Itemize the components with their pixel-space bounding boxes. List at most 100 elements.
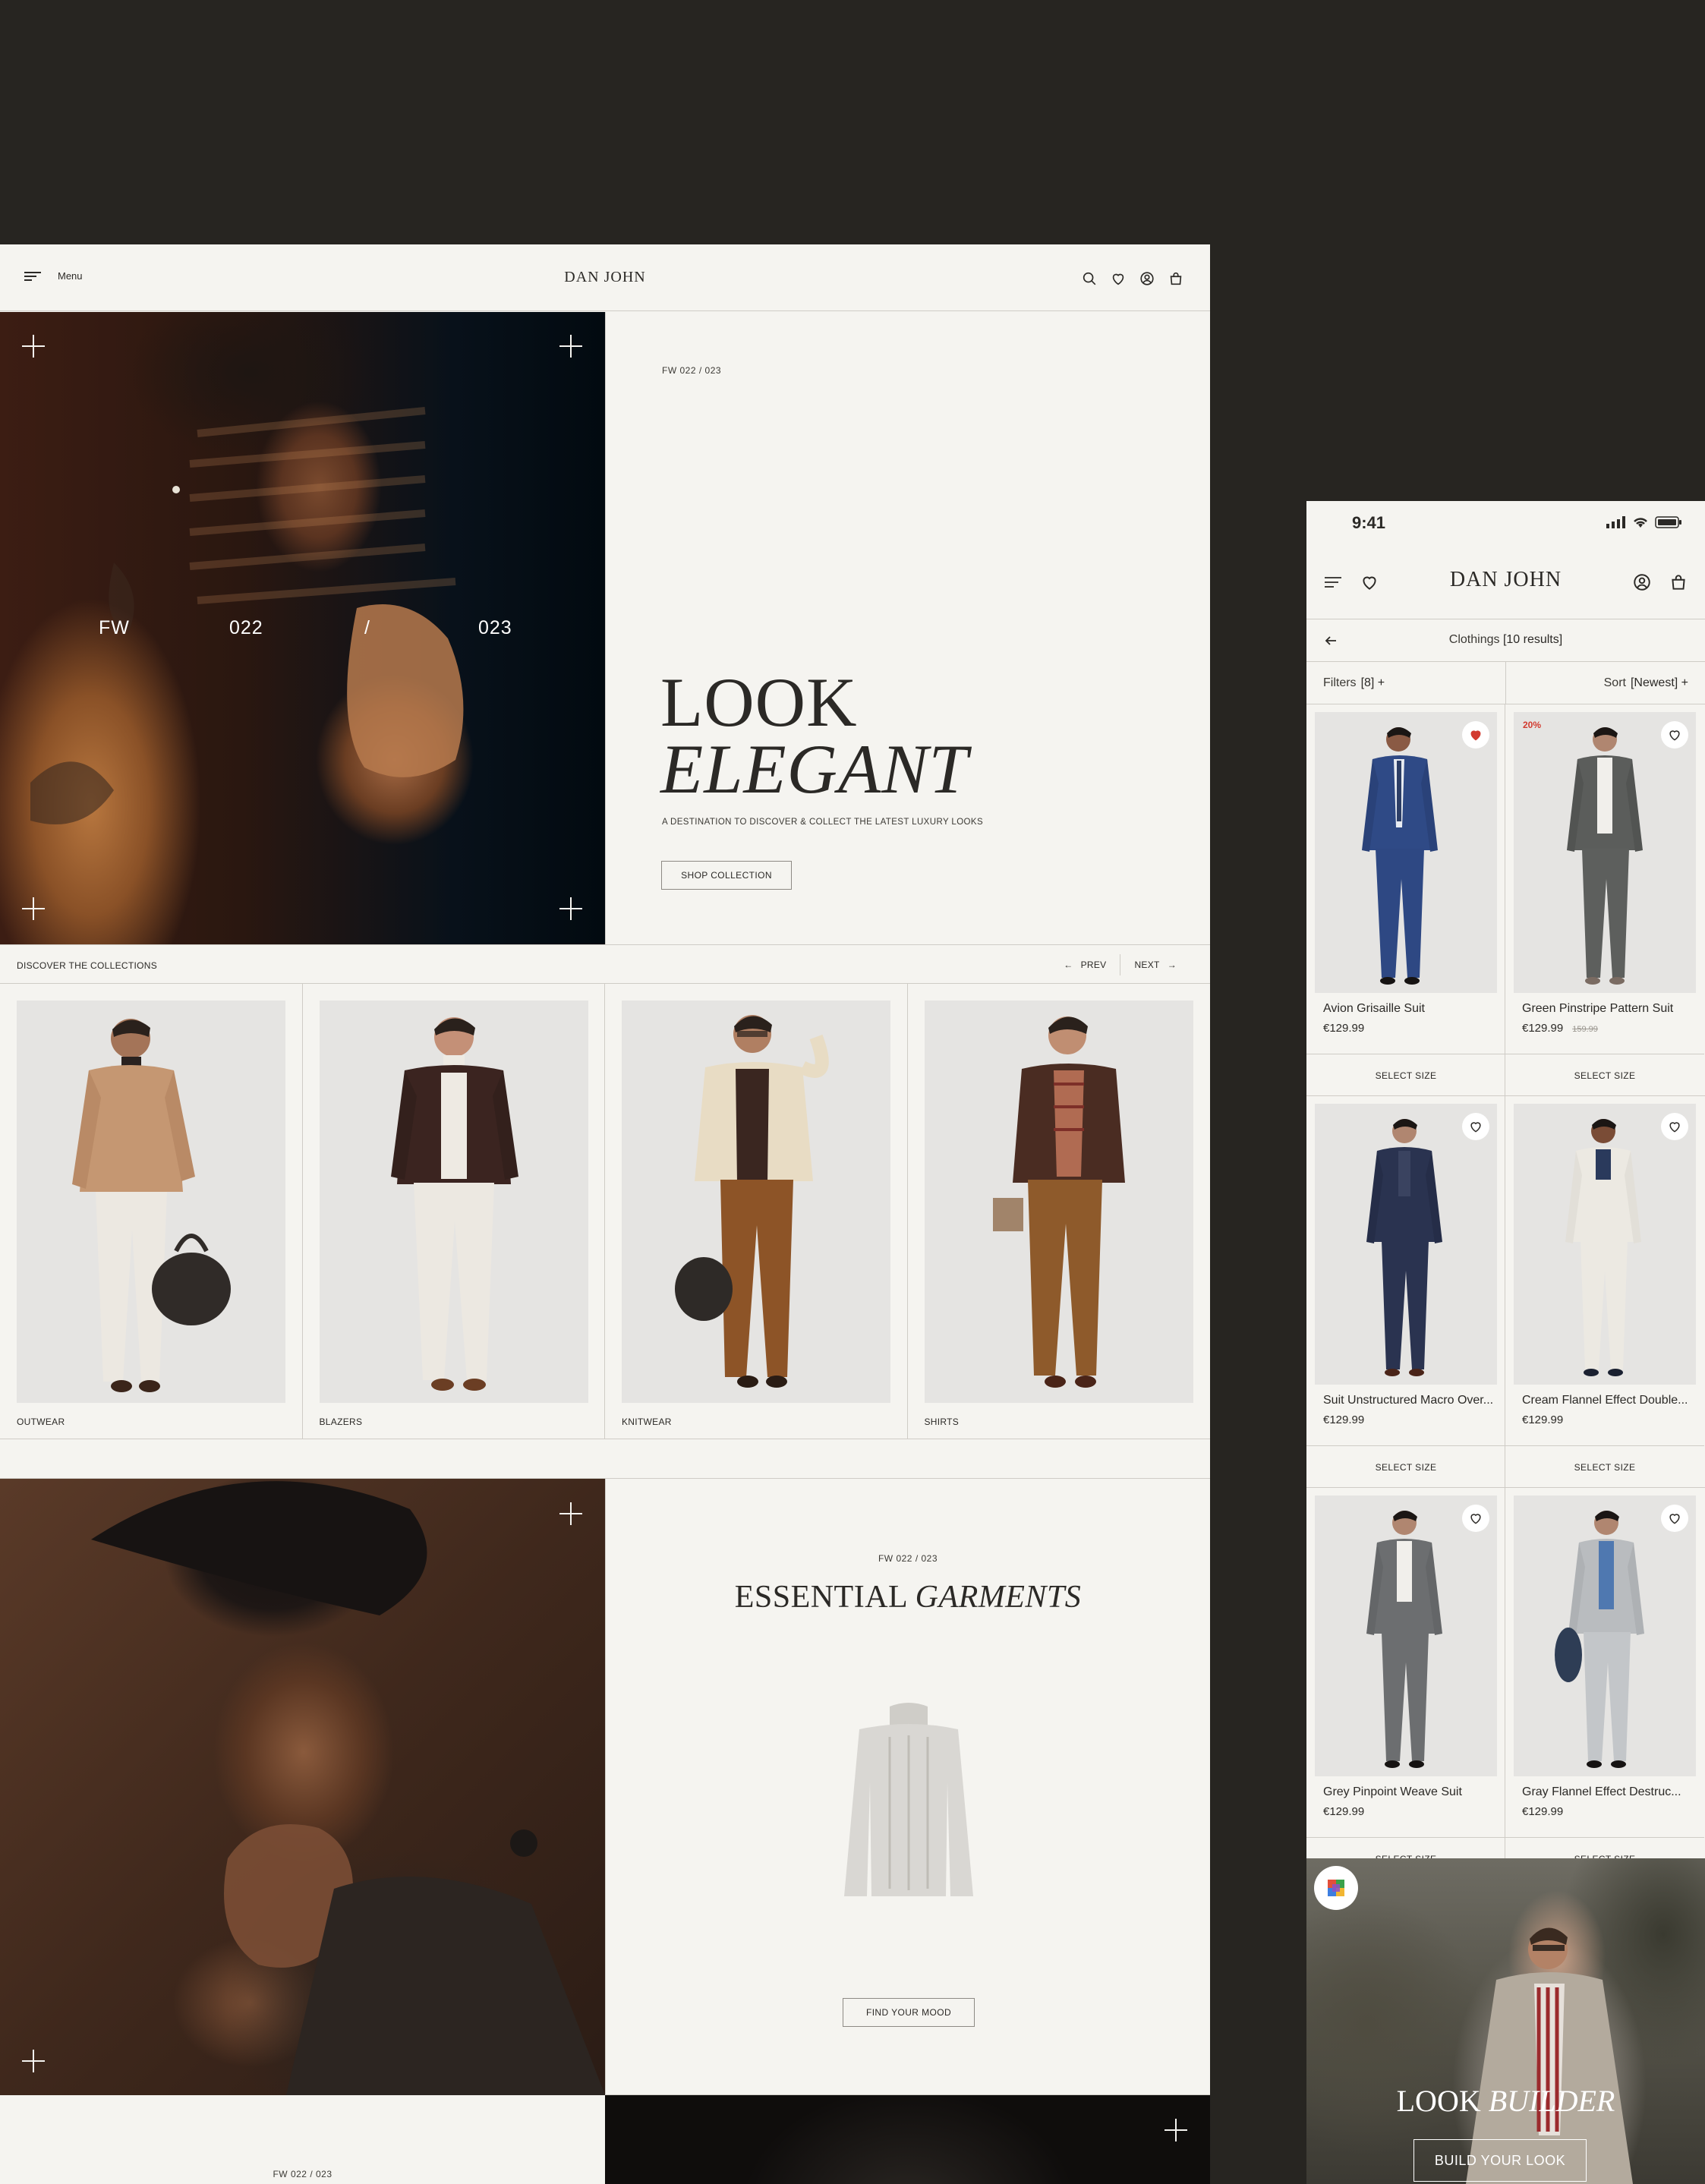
account-icon[interactable] [1139,270,1155,287]
bag-icon[interactable] [1669,572,1688,592]
sweater-product-image[interactable] [837,1699,981,1911]
heart-icon [1669,1122,1680,1133]
favorite-button[interactable] [1661,1113,1688,1140]
select-size-button[interactable]: SELECT SIZE [1505,1054,1704,1096]
product-card[interactable]: Cream Flannel Effect Double... €129.99 S… [1505,1096,1704,1488]
mobile-page: 9:41 DAN JOHN Clothings [10 results] Fil… [1306,501,1705,2184]
product-name[interactable]: Cream Flannel Effect Double... [1522,1394,1693,1407]
filter-sort-bar: Filters [8] + Sort [Newest] + [1306,662,1705,704]
season-overlay-year-end: 023 [478,617,512,638]
hero-subtitle: A DESTINATION TO DISCOVER & COLLECT THE … [662,818,984,827]
favorite-button[interactable] [1462,1505,1489,1532]
collection-name: BLAZERS [319,1417,363,1427]
product-price: €129.99 [1323,1805,1364,1818]
signal-icon [1606,516,1626,532]
breadcrumb: Clothings [10 results] [1306,633,1705,647]
product-row: Suit Unstructured Macro Over... €129.99 … [1306,1096,1705,1488]
essential-title: ESSENTIAL GARMENTS [606,1579,1210,1615]
account-icon[interactable] [1632,572,1652,592]
heart-icon [1470,1514,1481,1524]
shop-collection-button[interactable]: SHOP COLLECTION [661,861,792,890]
product-price: €129.99 [1323,1413,1364,1426]
collection-image [622,1001,890,1403]
favorite-button[interactable] [1661,1505,1688,1532]
next-label: NEXT [1134,960,1160,970]
product-name[interactable]: Grey Pinpoint Weave Suit [1323,1785,1494,1799]
section3-image [605,2095,1210,2184]
essential-title-italic: GARMENTS [915,1580,1082,1615]
brand-logo[interactable]: DAN JOHN [0,269,1210,286]
product-name[interactable]: Gray Flannel Effect Destruc... [1522,1785,1693,1799]
product-row: Grey Pinpoint Weave Suit €129.99 SELECT … [1306,1488,1705,1880]
product-name[interactable]: Avion Grisaille Suit [1323,1002,1494,1016]
product-card[interactable]: Suit Unstructured Macro Over... €129.99 … [1306,1096,1505,1488]
app-logo-icon[interactable] [1314,1866,1358,1910]
prev-label: PREV [1080,960,1107,970]
heart-icon[interactable] [1110,270,1127,287]
filters-label: Filters [1323,676,1357,689]
collections-pager: ← PREV NEXT → [1050,954,1190,975]
product-card[interactable]: Grey Pinpoint Weave Suit €129.99 SELECT … [1306,1488,1505,1880]
section3-text-panel: FW 022 / 023 [0,2095,605,2184]
favorite-button[interactable] [1462,1113,1489,1140]
collection-image [17,1001,285,1403]
price-original: 159.99 [1572,1025,1598,1034]
heart-icon [1669,730,1680,741]
filters-value: [8] + [1360,676,1385,689]
collection-card-knitwear[interactable]: KNITWEAR [605,984,908,1439]
product-price: €129.99 [1522,1805,1563,1818]
season-overlay-slash: / [364,617,370,638]
collection-card-blazers[interactable]: BLAZERS [303,984,605,1439]
hero-title-line2: ELEGANT [660,730,969,808]
product-name[interactable]: Suit Unstructured Macro Over... [1323,1394,1494,1407]
sort-button[interactable]: Sort [Newest] + [1506,662,1705,704]
plus-icon[interactable] [22,2050,45,2072]
essential-portrait-image [0,1479,605,2095]
filters-button[interactable]: Filters [8] + [1306,662,1506,704]
status-time: 9:41 [1352,513,1386,532]
product-card[interactable]: Gray Flannel Effect Destruc... €129.99 S… [1505,1488,1704,1880]
heart-icon [1470,1122,1481,1133]
find-your-mood-button[interactable]: FIND YOUR MOOD [843,1998,975,2027]
category-title: Clothings [1448,633,1500,646]
select-size-button[interactable]: SELECT SIZE [1306,1445,1505,1488]
bag-icon[interactable] [1168,270,1184,287]
collections-label: DISCOVER THE COLLECTIONS [17,960,158,971]
plus-icon[interactable] [559,1502,582,1525]
heart-icon [1669,1514,1680,1524]
desktop-header: Menu DAN JOHN [0,244,1210,311]
wifi-icon [1632,516,1649,532]
product-name[interactable]: Green Pinstripe Pattern Suit [1522,1002,1693,1016]
product-card[interactable]: Avion Grisaille Suit €129.99 SELECT SIZE [1306,704,1505,1096]
next-button[interactable]: NEXT → [1120,954,1190,975]
prev-button[interactable]: ← PREV [1050,954,1120,975]
plus-icon[interactable] [559,897,582,920]
mobile-header-right [1632,572,1688,592]
plus-icon[interactable] [1165,2119,1187,2141]
plus-icon[interactable] [22,335,45,358]
build-your-look-button[interactable]: BUILD YOUR LOOK [1413,2139,1587,2182]
status-system-icons [1606,516,1682,532]
sort-value: [Newest] + [1630,676,1688,689]
collection-card-outwear[interactable]: OUTWEAR [0,984,303,1439]
price-current: €129.99 [1323,1022,1365,1035]
select-size-button[interactable]: SELECT SIZE [1505,1445,1704,1488]
next-section-preview: FW 022 / 023 [0,2095,1210,2184]
collection-card-shirts[interactable]: SHIRTS [908,984,1211,1439]
product-card[interactable]: 20% Green Pinstripe Pattern Suit €129.99… [1505,704,1704,1096]
product-price: €129.99 159.99 [1522,1022,1598,1035]
search-icon[interactable] [1081,270,1098,287]
hero-portrait-image: FW 022 / 023 [0,312,605,944]
favorite-button[interactable] [1661,721,1688,748]
price-current: €129.99 [1522,1413,1564,1426]
plus-icon[interactable] [22,897,45,920]
product-grid: Avion Grisaille Suit €129.99 SELECT SIZE… [1306,704,1705,1880]
look-builder-figure [1466,1927,1633,2184]
plus-icon[interactable] [559,335,582,358]
collection-name: OUTWEAR [17,1417,65,1427]
price-current: €129.99 [1323,1805,1365,1818]
product-image [1514,1495,1696,1776]
select-size-button[interactable]: SELECT SIZE [1306,1054,1505,1096]
favorite-button[interactable] [1462,721,1489,748]
arrow-left-icon: ← [1064,960,1073,970]
